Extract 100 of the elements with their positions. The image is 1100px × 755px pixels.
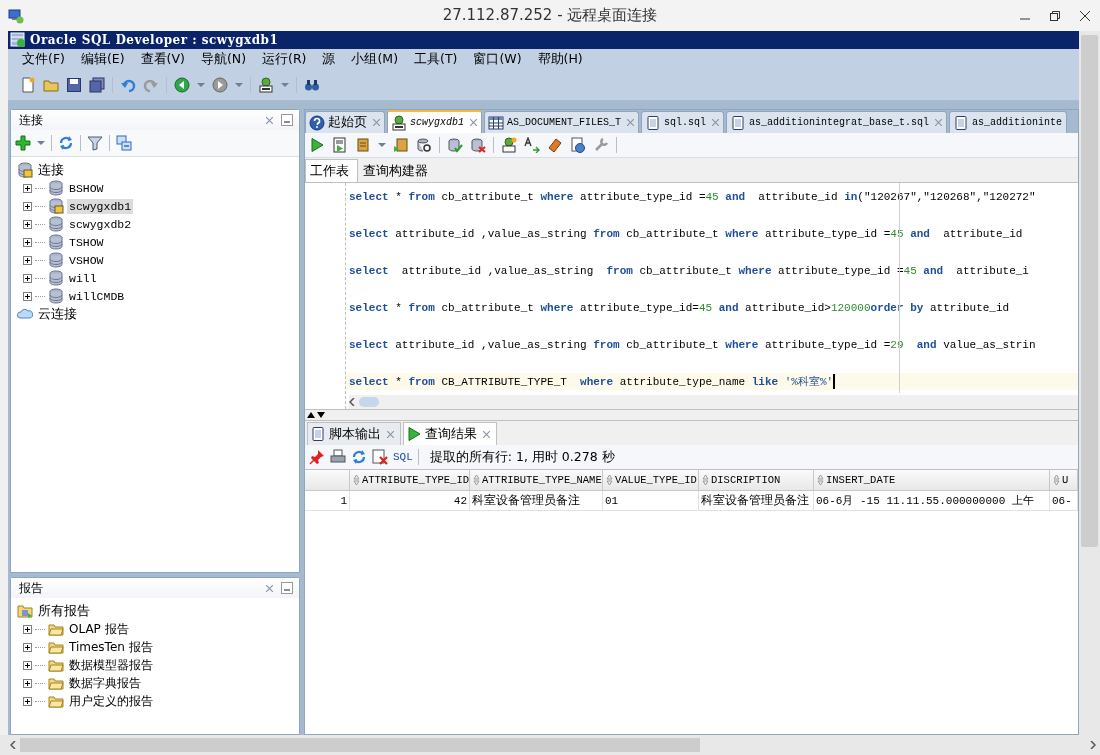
report-item[interactable]: OLAP 报告 xyxy=(67,619,131,639)
connection-item[interactable]: VSHOW xyxy=(67,252,106,268)
sql-button[interactable]: SQL xyxy=(393,451,413,463)
table-cell: 科室设备管理员备注 xyxy=(699,491,814,511)
commit-icon[interactable] xyxy=(447,137,463,153)
report-item[interactable]: 数据模型器报告 xyxy=(67,655,155,675)
unshared-worksheet-icon[interactable] xyxy=(501,137,517,153)
vertical-scrollbar[interactable] xyxy=(1079,31,1100,735)
tree-root-label[interactable]: 所有报告 xyxy=(36,601,92,621)
result-tab[interactable]: 脚本输出 xyxy=(307,422,401,445)
column-header[interactable]: VALUE_TYPE_ID xyxy=(603,470,699,491)
editor-tab[interactable]: sql.sql xyxy=(641,111,725,133)
expand-icon[interactable] xyxy=(23,219,32,229)
back-icon[interactable] xyxy=(174,77,190,93)
connection-item[interactable]: BSHOW xyxy=(67,180,106,196)
refresh-icon[interactable] xyxy=(58,135,74,151)
scroll-left-icon[interactable] xyxy=(10,741,16,749)
collapse-all-icon[interactable] xyxy=(116,135,132,151)
sql-worksheet-icon xyxy=(391,114,407,131)
sql-worksheet-icon[interactable] xyxy=(258,77,274,93)
menu-item[interactable]: 源 xyxy=(314,51,344,68)
database-icon xyxy=(48,270,64,286)
connection-item[interactable]: scwygxdb2 xyxy=(67,216,134,232)
column-header[interactable]: ATTRIBUTE_TYPE_ID xyxy=(350,470,470,491)
connection-item[interactable]: TSHOW xyxy=(67,234,106,250)
cancel-icon[interactable] xyxy=(372,449,388,465)
filter-icon[interactable] xyxy=(87,135,103,151)
tree-root-label[interactable]: 连接 xyxy=(36,160,66,180)
menu-item[interactable]: 编辑(E) xyxy=(72,51,133,68)
autotrace-icon[interactable] xyxy=(393,137,409,153)
wrench-icon[interactable] xyxy=(593,137,609,153)
connection-item[interactable]: willCMDB xyxy=(67,288,127,304)
code-editor[interactable] xyxy=(305,183,1078,410)
expand-icon[interactable] xyxy=(23,237,32,247)
print-icon[interactable] xyxy=(330,449,346,465)
connection-item[interactable]: scwygxdb1 xyxy=(67,198,134,214)
tree-root-label[interactable]: 云连接 xyxy=(36,304,79,324)
expand-icon[interactable] xyxy=(23,183,32,193)
expand-icon[interactable] xyxy=(23,642,32,652)
menu-item[interactable]: 窗口(W) xyxy=(465,51,530,68)
explain-plan-icon[interactable] xyxy=(355,137,371,153)
scroll-thumb[interactable] xyxy=(359,397,379,407)
expand-icon[interactable] xyxy=(23,624,32,634)
sub-tab[interactable]: 查询构建器 xyxy=(358,159,437,182)
add-icon[interactable] xyxy=(15,135,31,151)
run-statement-icon[interactable] xyxy=(309,137,325,153)
eraser-icon[interactable] xyxy=(547,137,563,153)
pin-icon[interactable] xyxy=(309,449,325,465)
column-header[interactable]: DISCRIPTION xyxy=(699,470,814,491)
forward-icon[interactable] xyxy=(212,77,228,93)
change-case-icon[interactable] xyxy=(524,137,540,153)
connected-database-icon xyxy=(48,198,64,214)
column-header[interactable]: INSERT_DATE xyxy=(814,470,1050,491)
expand-icon[interactable] xyxy=(23,255,32,265)
editor-tab[interactable]: scwygxdb1 xyxy=(387,110,482,133)
sql-tuning-icon[interactable] xyxy=(416,137,432,153)
editor-tab[interactable]: 起始页 xyxy=(305,111,385,133)
restore-icon[interactable] xyxy=(1050,10,1060,21)
rollback-icon[interactable] xyxy=(470,137,486,153)
new-file-icon[interactable] xyxy=(20,77,36,93)
run-script-icon[interactable] xyxy=(332,137,348,153)
column-header[interactable]: ATTRIBUTE_TYPE_NAME xyxy=(470,470,603,491)
history-icon[interactable] xyxy=(570,137,586,153)
menu-item[interactable]: 帮助(H) xyxy=(529,51,591,68)
sub-tab[interactable]: 工作表 xyxy=(305,159,358,182)
horizontal-scrollbar[interactable] xyxy=(349,395,1078,409)
report-item[interactable]: 用户定义的报告 xyxy=(67,691,155,711)
horizontal-scrollbar[interactable] xyxy=(0,735,1100,755)
expand-icon[interactable] xyxy=(23,678,32,688)
expand-icon[interactable] xyxy=(23,696,32,706)
window-title: 27.112.87.252 - 远程桌面连接 xyxy=(442,6,658,24)
scroll-right-icon[interactable] xyxy=(1090,741,1096,749)
sort-icon xyxy=(353,474,360,486)
connection-item[interactable]: will xyxy=(67,270,99,286)
expand-icon[interactable] xyxy=(23,201,32,211)
save-icon[interactable] xyxy=(66,77,82,93)
sort-icon xyxy=(817,474,824,486)
editor-tab[interactable]: as_additioninte xyxy=(949,111,1068,133)
refresh-icon[interactable] xyxy=(351,449,367,465)
binoculars-icon[interactable] xyxy=(304,77,320,93)
save-all-icon[interactable] xyxy=(89,77,105,93)
editor-tab[interactable]: AS_DOCUMENT_FILES_T xyxy=(484,111,640,133)
report-item[interactable]: TimesTen 报告 xyxy=(67,637,155,657)
menu-item[interactable]: 运行(R) xyxy=(254,51,315,68)
expand-icon[interactable] xyxy=(23,273,32,283)
scroll-left-icon[interactable] xyxy=(349,398,355,406)
editor-tab[interactable]: as_additionintegrat_base_t.sql xyxy=(726,111,948,133)
code-line: select * from cb_attribute_t where attribute_type_id =45 and attribute_id in("120267","120268","120272" xyxy=(348,189,1037,205)
menu-item[interactable]: 查看(V) xyxy=(132,51,193,68)
report-item[interactable]: 数据字典报告 xyxy=(67,673,143,693)
undo-icon[interactable] xyxy=(120,77,136,93)
close-icon[interactable] xyxy=(1080,10,1090,21)
result-tab[interactable]: 查询结果 xyxy=(403,422,497,445)
menu-item[interactable]: 工具(T) xyxy=(406,51,466,68)
column-header[interactable]: U xyxy=(1050,470,1078,491)
menu-item[interactable]: 小组(M) xyxy=(343,51,407,68)
menu-item[interactable]: 文件(F) xyxy=(14,51,73,68)
menu-item[interactable]: 导航(N) xyxy=(192,51,255,68)
expand-icon[interactable] xyxy=(23,660,32,670)
expand-icon[interactable] xyxy=(23,291,32,301)
